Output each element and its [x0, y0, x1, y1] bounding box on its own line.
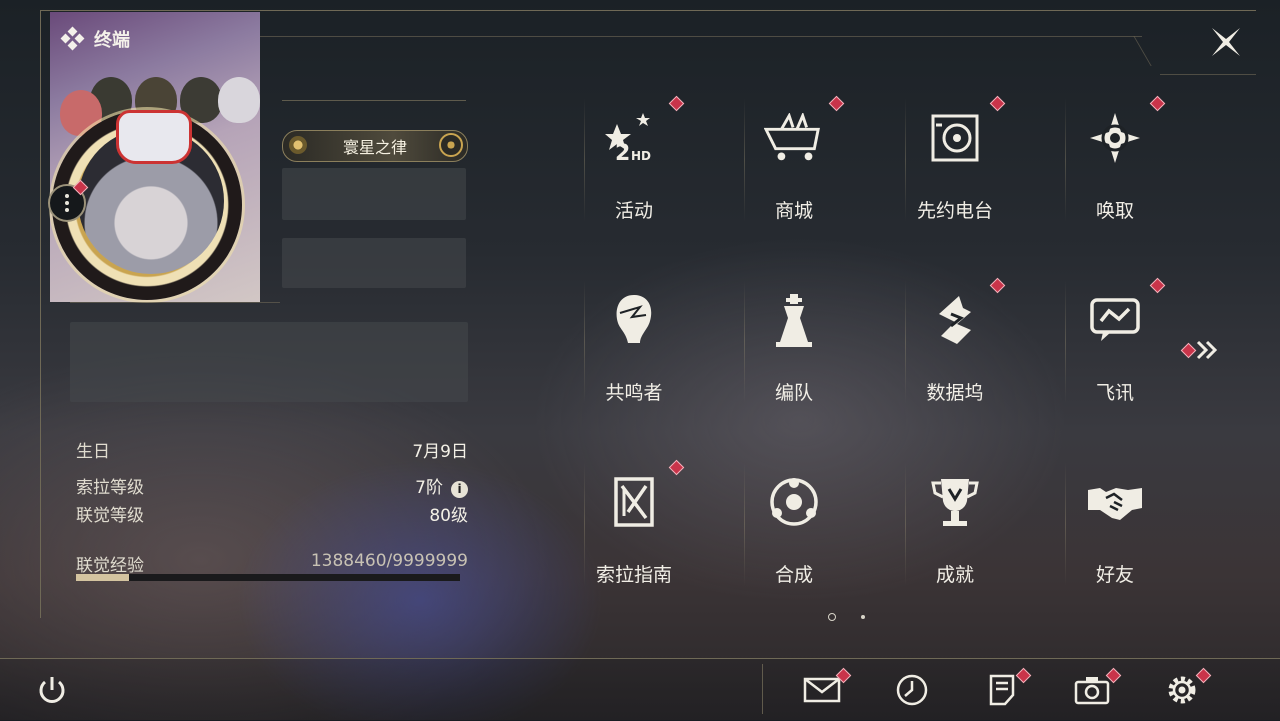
emblem-ring-icon	[439, 133, 463, 157]
menu-item-label: 好友	[1095, 564, 1134, 586]
notice-icon	[989, 674, 1015, 706]
birthday-value: 7月9日	[412, 442, 468, 462]
info-icon[interactable]: i	[451, 481, 468, 498]
inner-corner-line	[1133, 36, 1152, 66]
page-indicator[interactable]	[861, 615, 865, 619]
player-id-blurred	[282, 238, 466, 288]
menu-item-synthesis[interactable]: 合成	[714, 454, 874, 594]
trophy-icon	[925, 472, 985, 532]
sola-level-value: 7阶	[415, 478, 443, 498]
notice-button[interactable]	[982, 667, 1032, 708]
data-bank-icon	[925, 290, 985, 350]
menu-item-event-2hd[interactable]: 2 HD 活动	[554, 90, 714, 230]
menu-item-trophy[interactable]: 成就	[875, 454, 1035, 594]
menu-item-label: 数据坞	[926, 382, 984, 404]
dot	[65, 194, 69, 198]
menu-item-team-chess[interactable]: 编队	[714, 272, 874, 412]
menu-item-label: 合成	[774, 564, 813, 586]
dot	[65, 201, 69, 205]
exp-progress-bar	[76, 574, 460, 581]
exp-label: 联觉经验	[76, 556, 144, 576]
sun-emblem-icon	[289, 136, 307, 154]
left-frame-line	[40, 10, 41, 618]
title-badge-text: 寰星之律	[342, 138, 407, 157]
exp-value: 1388460/9999999	[310, 551, 468, 571]
terminal-icon	[60, 26, 85, 51]
close-icon	[1212, 28, 1240, 56]
menu-item-radio[interactable]: 先约电台	[875, 90, 1035, 230]
synthesis-icon	[764, 472, 824, 532]
notification-badge	[989, 277, 1006, 294]
team-chess-icon	[764, 290, 824, 350]
guidebook-icon	[604, 472, 664, 532]
menu-item-label: 索拉指南	[595, 564, 672, 586]
handshake-icon	[1085, 472, 1145, 532]
power-icon	[39, 677, 65, 703]
menu-item-label: 飞讯	[1095, 382, 1134, 404]
menu-item-label: 共鸣者	[605, 382, 663, 404]
notification-badge	[989, 95, 1006, 112]
gear-icon	[1168, 676, 1196, 704]
event-2hd-icon: 2 HD	[604, 108, 664, 168]
convene-compass-icon	[1085, 108, 1145, 168]
close-button[interactable]	[1206, 22, 1246, 62]
message-icon	[1085, 290, 1145, 350]
signature-blurred[interactable]	[70, 322, 468, 402]
svg-text:HD: HD	[631, 149, 651, 163]
page-indicator-active[interactable]	[828, 613, 836, 621]
mail-icon	[803, 677, 841, 703]
menu-item-handshake[interactable]: 好友	[1035, 454, 1195, 594]
header-title: 终端	[60, 26, 130, 52]
top-frame-line	[40, 10, 1256, 11]
shop-cart-icon	[764, 108, 824, 168]
union-level-label: 联觉等级	[76, 506, 144, 526]
history-button[interactable]	[892, 672, 932, 708]
menu-item-label: 商城	[774, 200, 813, 222]
menu-item-label: 唤取	[1095, 200, 1134, 222]
double-chevron-right-icon	[1196, 340, 1218, 360]
notification-badge	[828, 95, 845, 112]
menu-item-label: 活动	[614, 200, 653, 222]
radio-icon	[925, 108, 985, 168]
sola-level-label: 索拉等级	[76, 478, 144, 498]
menu-item-label: 编队	[774, 382, 813, 404]
svg-text:2: 2	[615, 141, 630, 164]
title-badge[interactable]: 寰星之律	[282, 130, 468, 162]
notification-badge	[1149, 95, 1166, 112]
header-title-text: 终端	[94, 30, 130, 51]
menu-item-guidebook[interactable]: 索拉指南	[554, 454, 714, 594]
avatar-mask-decoration	[116, 110, 192, 164]
menu-item-data-bank[interactable]: 数据坞	[875, 272, 1035, 412]
menu-item-shop-cart[interactable]: 商城	[714, 90, 874, 230]
mail-button[interactable]	[802, 667, 852, 708]
menu-item-resonator[interactable]: 共鸣者	[554, 272, 714, 412]
dot	[65, 208, 69, 212]
power-button[interactable]	[32, 672, 72, 708]
notification-badge	[668, 95, 685, 112]
sola-level-value-wrap: 7阶 i	[415, 473, 468, 498]
notification-badge	[1149, 277, 1166, 294]
bottom-divider	[762, 664, 763, 714]
next-page-button[interactable]	[1180, 338, 1222, 362]
birthday-label: 生日	[76, 442, 110, 462]
exp-progress-fill	[76, 574, 130, 581]
badge-top-line	[282, 100, 466, 101]
camera-button[interactable]	[1072, 667, 1122, 708]
clock-icon	[896, 674, 928, 706]
inner-top-line	[252, 36, 1142, 37]
camera-icon	[1074, 677, 1110, 705]
menu-item-convene-compass[interactable]: 唤取	[1035, 90, 1195, 230]
menu-item-label: 成就	[935, 564, 974, 586]
inner-right-line	[1160, 74, 1256, 75]
player-name-blurred	[282, 168, 466, 220]
notification-badge	[668, 459, 685, 476]
divider	[70, 302, 280, 303]
menu-item-message[interactable]: 飞讯	[1035, 272, 1195, 412]
resonator-icon	[604, 290, 664, 350]
union-level-value: 80级	[429, 506, 468, 526]
settings-button[interactable]	[1162, 667, 1212, 708]
menu-item-label: 先约电台	[916, 200, 993, 222]
